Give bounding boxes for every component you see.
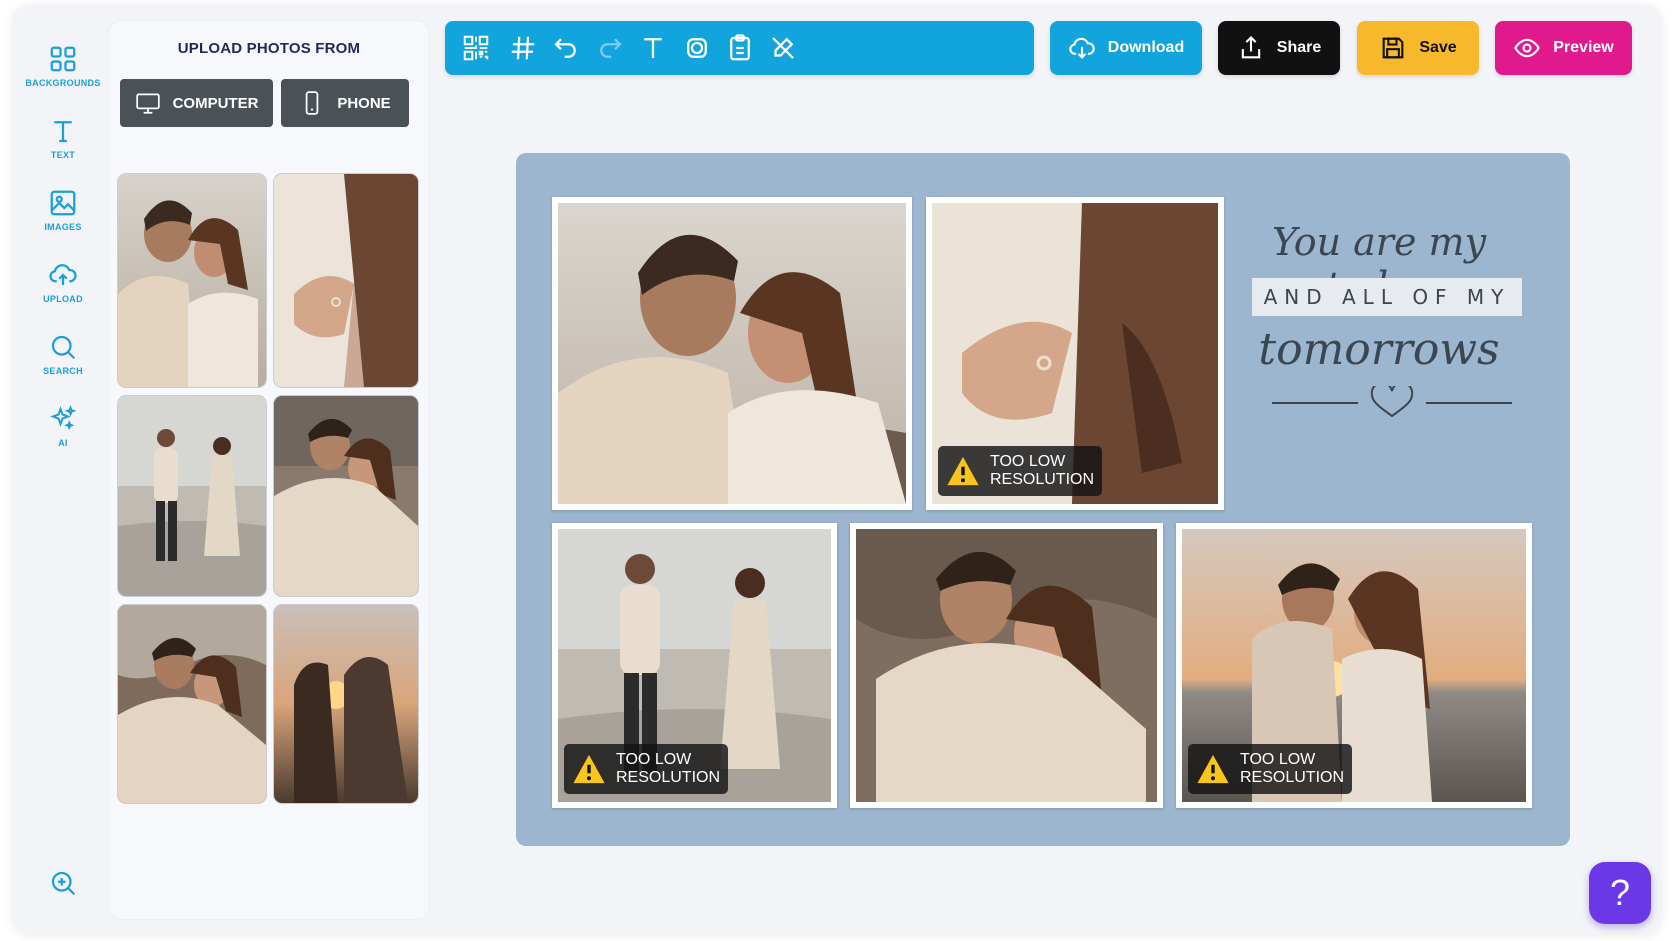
clipboard-icon [730, 34, 750, 61]
download-button[interactable]: Download [1050, 21, 1202, 75]
tool-rail: BACKGROUNDS TEXT IMAGES UPLOAD SEARCH AI [20, 40, 106, 920]
text-tool-icon [644, 38, 662, 58]
low-resolution-warning: TOO LOW RESOLUTION [938, 446, 1102, 496]
text-icon [54, 121, 72, 143]
photo-slot[interactable]: TOO LOW RESOLUTION [552, 523, 837, 808]
photo-slot[interactable]: TOO LOW RESOLUTION [1176, 523, 1532, 808]
grid-hash-icon [511, 36, 535, 60]
rail-item-search[interactable]: SEARCH [20, 332, 106, 394]
rail-label: BACKGROUNDS [25, 78, 101, 88]
rail-item-ai[interactable]: AI [20, 404, 106, 466]
help-button[interactable]: ? [1589, 862, 1651, 924]
quote-line-3[interactable]: tomorrows [1244, 324, 1514, 375]
hands-ring-photo [274, 174, 418, 387]
quote-line-2[interactable]: AND ALL OF MY [1252, 278, 1522, 316]
low-resolution-warning: TOO LOW RESOLUTION [564, 744, 728, 794]
low-resolution-warning: TOO LOW RESOLUTION [1188, 744, 1352, 794]
beach-walk-photo [118, 396, 266, 596]
grid-icon [50, 46, 76, 72]
image-icon [50, 190, 76, 216]
photo-slot[interactable] [850, 523, 1163, 808]
zoom-in-button[interactable] [48, 868, 78, 898]
warning-line2: RESOLUTION [990, 471, 1095, 488]
photo-slot[interactable] [552, 197, 912, 510]
warning-line1: TOO LOW [1240, 751, 1316, 768]
download-label: Download [1107, 39, 1185, 56]
preview-button[interactable]: Preview [1495, 21, 1632, 75]
warning-line1: TOO LOW [990, 453, 1066, 470]
rail-item-images[interactable]: IMAGES [20, 188, 106, 250]
eye-icon [1514, 38, 1541, 58]
warning-line2: RESOLUTION [616, 769, 721, 786]
save-label: Save [1419, 39, 1457, 56]
undo-button[interactable] [551, 33, 581, 63]
couple-hug-photo [856, 529, 1157, 802]
grid-button[interactable] [508, 33, 538, 63]
photo-thumbnail[interactable] [118, 396, 266, 596]
preview-label: Preview [1553, 39, 1614, 56]
rail-label: SEARCH [43, 366, 83, 376]
share-label: Share [1276, 39, 1322, 56]
photo-thumbnail[interactable] [118, 174, 266, 387]
photo-thumbnail[interactable] [274, 174, 418, 387]
warning-icon [573, 754, 605, 784]
photo-thumbnail[interactable] [118, 605, 266, 803]
share-icon [1241, 36, 1260, 59]
warning-line2: RESOLUTION [1240, 769, 1345, 786]
couple-hug-photo [274, 396, 418, 596]
rail-label: IMAGES [44, 222, 82, 232]
sunset-couple-photo [274, 605, 418, 803]
sparkle-icon [50, 404, 77, 431]
redo-icon [600, 38, 622, 58]
no-edit-icon [772, 37, 794, 59]
qr-code-icon [463, 35, 489, 61]
panel-title: UPLOAD PHOTOS FROM [177, 40, 361, 57]
undo-icon [554, 38, 576, 58]
shape-icon [687, 38, 707, 58]
phone-icon [306, 91, 319, 115]
save-button[interactable]: Save [1357, 21, 1479, 75]
paste-button[interactable] [725, 33, 755, 63]
cloud-download-icon [1069, 37, 1095, 59]
photo-slot[interactable]: TOO LOW RESOLUTION [926, 197, 1224, 510]
rail-label: TEXT [50, 150, 76, 160]
phone-label: PHONE [337, 94, 391, 112]
lock-edit-button[interactable] [768, 33, 798, 63]
warning-line1: TOO LOW [616, 751, 692, 768]
warning-icon [947, 456, 979, 486]
photo-thumbnail[interactable] [274, 605, 418, 803]
save-icon [1382, 37, 1404, 59]
rail-label: UPLOAD [43, 294, 83, 304]
redo-button[interactable] [595, 33, 625, 63]
upload-panel: UPLOAD PHOTOS FROM COMPUTER PHONE [108, 20, 430, 920]
heart-divider [1272, 386, 1512, 418]
rail-item-backgrounds[interactable]: BACKGROUNDS [20, 44, 106, 106]
monitor-icon [135, 93, 160, 114]
editor-toolbar [445, 21, 1034, 75]
rail-item-text[interactable]: TEXT [20, 116, 106, 178]
qr-code-button[interactable] [461, 33, 491, 63]
search-icon [51, 335, 76, 360]
shape-button[interactable] [682, 33, 712, 63]
warning-icon [1197, 754, 1229, 784]
computer-label: COMPUTER [172, 94, 259, 112]
cloud-upload-icon [49, 264, 77, 285]
rail-label: AI [58, 438, 68, 448]
zoom-in-icon [51, 871, 76, 896]
rail-item-upload[interactable]: UPLOAD [20, 260, 106, 322]
photo-thumbnail[interactable] [274, 396, 418, 596]
couple-kiss-photo [558, 203, 906, 504]
computer-upload-button[interactable]: COMPUTER [120, 79, 273, 127]
text-tool-button[interactable] [638, 33, 668, 63]
share-button[interactable]: Share [1218, 21, 1340, 75]
couple-rocks-photo [118, 605, 266, 803]
phone-upload-button[interactable]: PHONE [281, 79, 409, 127]
couple-kiss-photo [118, 174, 266, 387]
